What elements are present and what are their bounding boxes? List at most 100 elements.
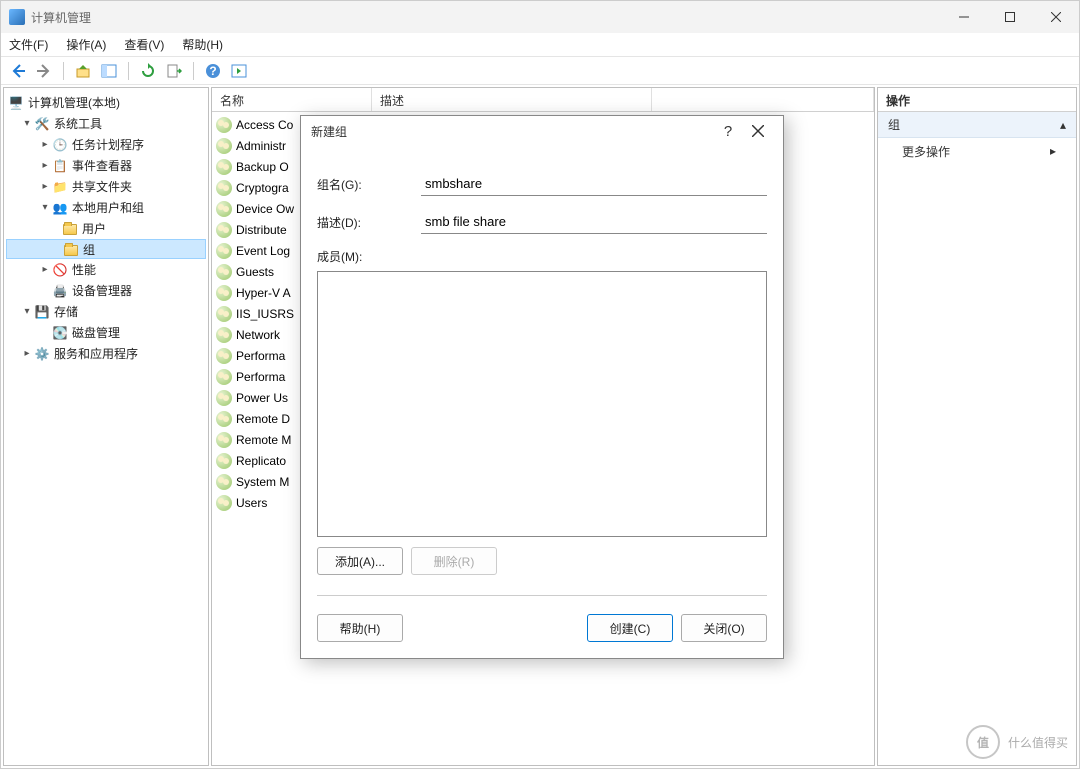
group-icon	[216, 222, 232, 238]
list-item-name: Backup O	[236, 160, 289, 174]
chevron-right-icon: ▸	[1050, 144, 1056, 158]
group-icon	[216, 411, 232, 427]
help-button[interactable]: 帮助(H)	[317, 614, 403, 642]
chevron-right-icon: ▸	[38, 160, 52, 171]
tree-root[interactable]: 🖥️计算机管理(本地)	[6, 92, 206, 113]
list-item-name: Guests	[236, 265, 274, 279]
back-button[interactable]	[7, 60, 29, 82]
group-name-input[interactable]	[421, 172, 767, 196]
folder-icon	[63, 241, 79, 257]
folder-icon	[62, 221, 78, 237]
dialog-close-button[interactable]	[743, 119, 773, 143]
properties-button[interactable]	[228, 60, 250, 82]
list-header: 名称 描述	[212, 88, 874, 112]
group-icon	[216, 285, 232, 301]
tree: 🖥️计算机管理(本地) ▾🛠️系统工具 ▸🕒任务计划程序 ▸📋事件查看器 ▸📁共…	[4, 88, 208, 368]
list-item-name: Event Log	[236, 244, 290, 258]
list-item-name: Hyper-V A	[236, 286, 291, 300]
dialog-titlebar: 新建组 ?	[301, 116, 783, 146]
toolbar-sep	[128, 62, 129, 80]
collapse-icon: ▴	[1060, 118, 1066, 132]
list-item-name: Cryptogra	[236, 181, 289, 195]
close-dialog-button[interactable]: 关闭(O)	[681, 614, 767, 642]
group-icon	[216, 432, 232, 448]
tree-disk-management[interactable]: 💽磁盘管理	[6, 322, 206, 343]
members-listbox[interactable]	[317, 271, 767, 537]
watermark-icon: 值	[966, 725, 1000, 759]
remove-button: 删除(R)	[411, 547, 497, 575]
list-item-name: Performa	[236, 370, 285, 384]
list-item-name: Power Us	[236, 391, 288, 405]
tree-device-manager[interactable]: 🖨️设备管理器	[6, 280, 206, 301]
create-button[interactable]: 创建(C)	[587, 614, 673, 642]
tree-performance[interactable]: ▸🚫性能	[6, 259, 206, 280]
disk-icon: 💽	[52, 325, 68, 341]
app-icon	[9, 9, 25, 25]
tree-users[interactable]: 用户	[6, 218, 206, 239]
tree-groups[interactable]: 组	[6, 239, 206, 259]
watermark: 值 什么值得买	[966, 725, 1068, 759]
menu-help[interactable]: 帮助(H)	[182, 36, 223, 53]
list-item-name: Access Co	[236, 118, 293, 132]
description-label: 描述(D):	[317, 214, 421, 231]
chevron-right-icon: ▸	[38, 264, 52, 275]
list-item-name: Remote D	[236, 412, 290, 426]
share-icon: 📁	[52, 179, 68, 195]
tree-system-tools[interactable]: ▾🛠️系统工具	[6, 113, 206, 134]
group-icon	[216, 369, 232, 385]
actions-section-groups[interactable]: 组 ▴	[878, 112, 1076, 138]
clock-icon: 🕒	[52, 137, 68, 153]
menu-view[interactable]: 查看(V)	[124, 36, 164, 53]
watermark-text: 什么值得买	[1008, 734, 1068, 751]
group-icon	[216, 327, 232, 343]
actions-more[interactable]: 更多操作 ▸	[878, 138, 1076, 164]
tree-storage[interactable]: ▾💾存储	[6, 301, 206, 322]
export-list-button[interactable]	[163, 60, 185, 82]
maximize-button[interactable]	[987, 1, 1033, 33]
list-item-name: Remote M	[236, 433, 291, 447]
menu-file[interactable]: 文件(F)	[9, 36, 48, 53]
tree-shared-folders[interactable]: ▸📁共享文件夹	[6, 176, 206, 197]
group-icon	[216, 117, 232, 133]
group-icon	[216, 159, 232, 175]
minimize-button[interactable]	[941, 1, 987, 33]
group-icon	[216, 474, 232, 490]
show-hide-console-tree-button[interactable]	[98, 60, 120, 82]
menu-action[interactable]: 操作(A)	[66, 36, 106, 53]
group-name-label: 组名(G):	[317, 176, 421, 193]
toolbar-sep	[193, 62, 194, 80]
storage-icon: 💾	[34, 304, 50, 320]
list-item-name: Users	[236, 496, 267, 510]
add-button[interactable]: 添加(A)...	[317, 547, 403, 575]
dialog-help-button[interactable]: ?	[713, 119, 743, 143]
dialog-body: 组名(G): 描述(D): 成员(M): 添加(A)... 删除(R) 帮助(H…	[301, 146, 783, 658]
list-item-name: Device Ow	[236, 202, 294, 216]
toolbar-sep	[63, 62, 64, 80]
group-icon	[216, 243, 232, 259]
window-title: 计算机管理	[31, 9, 941, 26]
chevron-down-icon: ▾	[20, 118, 34, 129]
tree-services-apps[interactable]: ▸⚙️服务和应用程序	[6, 343, 206, 364]
description-input[interactable]	[421, 210, 767, 234]
col-name[interactable]: 名称	[212, 88, 372, 111]
actions-panel: 操作 组 ▴ 更多操作 ▸	[877, 87, 1077, 766]
chevron-right-icon: ▸	[20, 348, 34, 359]
refresh-button[interactable]	[137, 60, 159, 82]
tree-task-scheduler[interactable]: ▸🕒任务计划程序	[6, 134, 206, 155]
col-desc[interactable]: 描述	[372, 88, 652, 111]
chevron-right-icon: ▸	[38, 181, 52, 192]
close-button[interactable]	[1033, 1, 1079, 33]
new-group-dialog: 新建组 ? 组名(G): 描述(D): 成员(M): 添加(A)... 删除(R…	[300, 115, 784, 659]
tree-event-viewer[interactable]: ▸📋事件查看器	[6, 155, 206, 176]
up-button[interactable]	[72, 60, 94, 82]
actions-header: 操作	[878, 88, 1076, 112]
dialog-separator	[317, 595, 767, 596]
group-icon	[216, 138, 232, 154]
tree-local-users-groups[interactable]: ▾👥本地用户和组	[6, 197, 206, 218]
group-icon	[216, 453, 232, 469]
list-item-name: Replicato	[236, 454, 286, 468]
chevron-right-icon: ▸	[38, 139, 52, 150]
forward-button[interactable]	[33, 60, 55, 82]
help-button[interactable]: ?	[202, 60, 224, 82]
services-icon: ⚙️	[34, 346, 50, 362]
